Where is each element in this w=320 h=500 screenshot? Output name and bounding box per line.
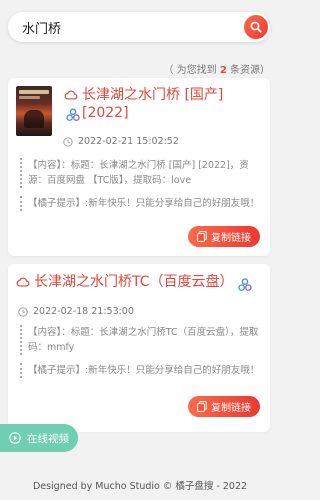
cloud-icon xyxy=(64,90,78,100)
result-card: 长津湖之水门桥 [国产] [2022] 2022-02-21 15:02:52 … xyxy=(8,78,270,256)
clock-icon xyxy=(63,136,73,147)
copy-link-button[interactable]: 复制链接 xyxy=(188,226,260,247)
search-input[interactable]: 水门桥 xyxy=(8,12,270,42)
result-count: （ 为您找到 2 条资源） xyxy=(163,65,270,76)
search-query: 水门桥 xyxy=(22,21,62,37)
play-icon xyxy=(9,432,21,444)
result-tip: 【橘子提示】:新年快乐！只能分享给自己的好朋友哦！ xyxy=(20,363,260,378)
result-title: 长津湖之水门桥 [国产] [2022] xyxy=(82,87,224,121)
result-date: 2022-02-18 21:53:00 xyxy=(18,306,134,317)
share-icon[interactable] xyxy=(66,108,80,122)
result-content: 【内容】：标题：长津湖之水门桥TC（百度云盘），提取码：mmfy xyxy=(20,325,260,355)
result-title-link[interactable]: 长津湖之水门桥 [国产] [2022] xyxy=(64,86,264,122)
copy-icon xyxy=(197,401,207,412)
search-button[interactable] xyxy=(244,15,268,39)
cloud-icon xyxy=(16,277,30,287)
search-icon xyxy=(250,21,262,33)
copy-icon xyxy=(197,231,207,242)
search-bar: 水门桥 xyxy=(8,12,270,42)
result-content: 【内容】：标题：长津湖之水门桥 [国产] [2022]，资源：百度网盘 【TC版… xyxy=(20,158,260,188)
online-video-button[interactable]: 在线视频 xyxy=(0,424,78,452)
result-tip: 【橘子提示】:新年快乐！只能分享给自己的好朋友哦！ xyxy=(20,196,260,211)
share-icon[interactable] xyxy=(238,278,252,292)
movie-poster xyxy=(16,86,52,136)
footer: Designed by Mucho Studio © 橘子盘搜 - 2022 xyxy=(32,481,248,492)
copy-link-button[interactable]: 复制链接 xyxy=(188,396,260,417)
result-title-link[interactable]: 长津湖之水门桥TC（百度云盘） xyxy=(16,273,266,291)
result-date: 2022-02-21 15:02:52 xyxy=(63,136,179,147)
result-count-number: 2 xyxy=(219,65,227,76)
result-card: 长津湖之水门桥TC（百度云盘） 2022-02-18 21:53:00 【内容】… xyxy=(8,264,270,432)
clock-icon xyxy=(18,306,28,317)
result-title: 长津湖之水门桥TC（百度云盘） xyxy=(34,274,234,290)
